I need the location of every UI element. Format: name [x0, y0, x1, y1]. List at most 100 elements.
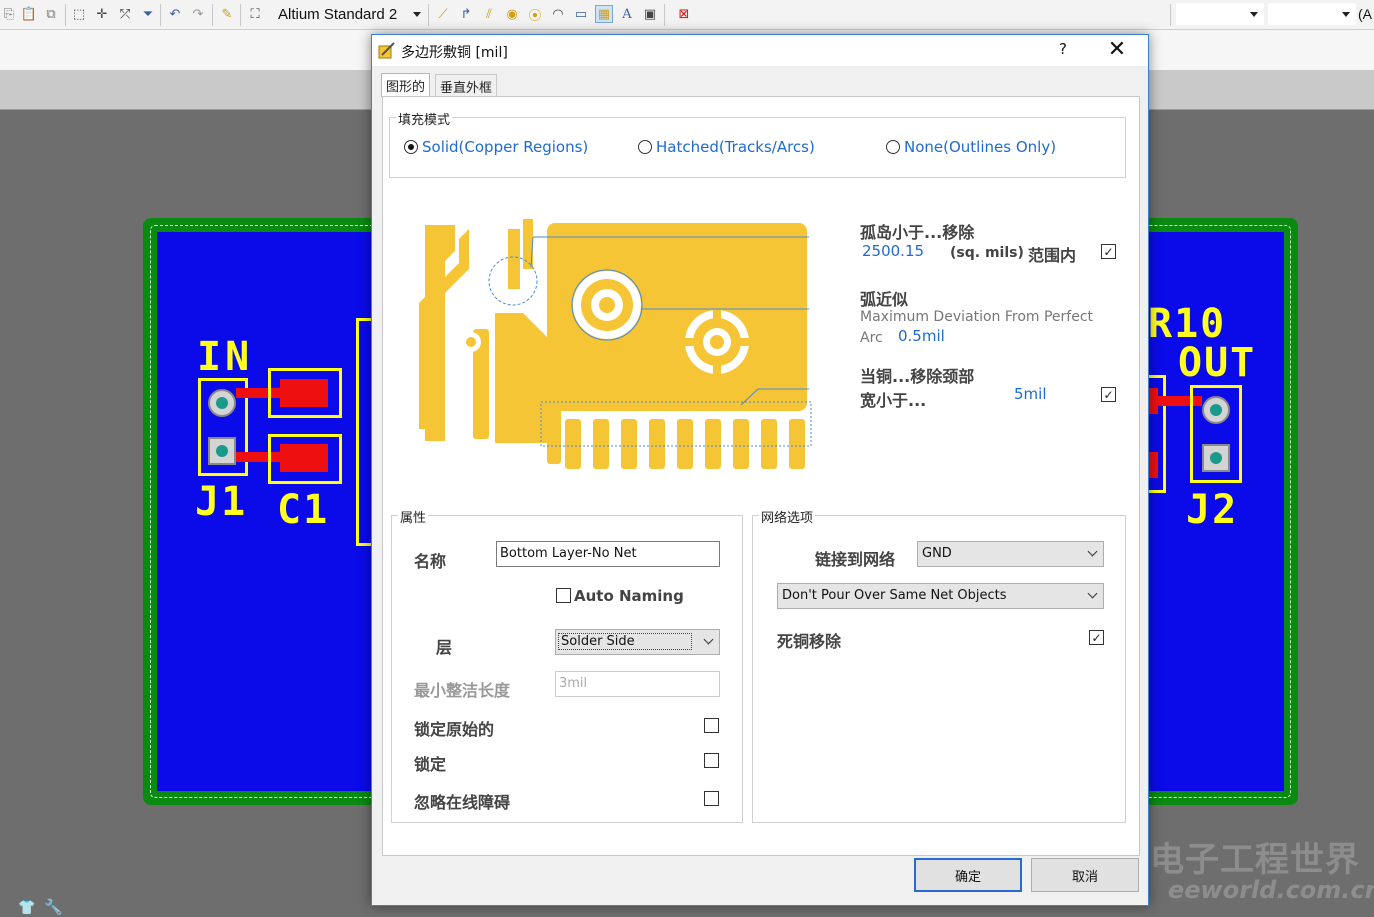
min-prim-label: 最小整洁长度	[414, 681, 511, 700]
component-icon[interactable]: ▣	[641, 5, 659, 23]
net-options-label: 网络选项	[759, 507, 816, 526]
silk-label-j1: J1	[195, 479, 248, 525]
arc-desc-1: Maximum Deviation From Perfect	[860, 309, 1094, 325]
pad-icon[interactable]: ◉	[503, 5, 521, 23]
select-area-icon[interactable]: ⬚	[70, 5, 88, 23]
island-value[interactable]: 2500.15	[862, 242, 924, 260]
island-checkbox[interactable]: ✓	[1101, 244, 1116, 259]
tab-vertices[interactable]: 垂直外框	[435, 74, 498, 96]
name-input[interactable]: Bottom Layer-No Net	[496, 541, 720, 567]
route-icon[interactable]: ⟋	[434, 5, 452, 23]
via-icon[interactable]: ⦿	[526, 5, 544, 24]
c1-pad-2[interactable]	[280, 444, 328, 472]
diff-pair-icon[interactable]: ⫽	[480, 5, 498, 23]
wrench-icon[interactable]: 🔧	[44, 898, 63, 916]
silk-label-r10: R10	[1148, 301, 1227, 347]
highlight-icon[interactable]: ✎	[218, 5, 236, 23]
neck-label-1: 当铜...移除颈部	[860, 367, 975, 386]
fill-icon[interactable]: ▭	[572, 5, 590, 23]
interactive-route-icon[interactable]: ↱	[457, 5, 475, 23]
radio-none-indicator	[886, 140, 900, 154]
ok-button[interactable]: 确定	[914, 858, 1022, 892]
tab-graphical[interactable]: 图形的	[381, 73, 431, 97]
radio-none[interactable]: None(Outlines Only)	[886, 138, 1056, 156]
zoom-board-icon[interactable]: ⛶	[246, 5, 264, 23]
silk-label-j2: J2	[1186, 487, 1239, 533]
ignore-drc-checkbox[interactable]	[704, 791, 719, 806]
connect-label: 链接到网络	[815, 550, 896, 569]
arc-value[interactable]: 0.5mil	[898, 327, 945, 345]
layer-label: 层	[436, 638, 453, 657]
connect-net-select[interactable]: GND	[917, 541, 1104, 567]
watermark-text: 电子工程世界	[1150, 840, 1360, 880]
undo-icon[interactable]: ↶	[166, 5, 184, 23]
polygon-pour-dialog: 多边形敷铜 [mil] ? ✕ 图形的 垂直外框 填充模式 Solid(Copp…	[371, 34, 1149, 906]
j1-pad-2[interactable]	[208, 437, 236, 465]
deselect-icon[interactable]: ⤱	[116, 5, 134, 23]
watermark-sub: eeworld.com.cn	[1168, 876, 1374, 904]
right-pad-2[interactable]	[1148, 452, 1158, 478]
filter-icon[interactable]: ⏷	[139, 5, 157, 23]
radio-solid[interactable]: Solid(Copper Regions)	[404, 138, 588, 156]
chevron-down-icon	[1087, 546, 1098, 557]
toolbar-dropdown-1[interactable]	[1176, 3, 1264, 25]
shirt-icon[interactable]: 👕	[18, 900, 35, 916]
dialog-title: 多边形敷铜 [mil]	[401, 45, 508, 61]
polygon-illustration	[419, 219, 812, 469]
chevron-down-icon	[703, 634, 714, 645]
paste-icon[interactable]: 📋	[20, 5, 38, 23]
remove-dead-checkbox[interactable]: ✓	[1089, 630, 1104, 645]
j2-pad-2[interactable]	[1202, 444, 1230, 472]
radio-solid-indicator	[404, 140, 418, 154]
connect-net-value: GND	[922, 546, 952, 561]
redo-icon[interactable]: ↷	[189, 5, 207, 23]
layer-select-value: Solder Side	[558, 633, 692, 650]
locked-checkbox[interactable]	[704, 753, 719, 768]
clear-icon[interactable]: ⊠	[675, 5, 693, 23]
tab-panel: 填充模式 Solid(Copper Regions) Hatched(Track…	[382, 96, 1140, 856]
right-pad-1[interactable]	[1148, 388, 1158, 414]
auto-naming-label: Auto Naming	[574, 587, 684, 605]
name-label: 名称	[414, 552, 447, 571]
j2-pad-1[interactable]	[1202, 396, 1230, 424]
radio-hatched[interactable]: Hatched(Tracks/Arcs)	[638, 138, 815, 156]
toolbar-dropdown-2[interactable]	[1268, 3, 1356, 25]
arc-icon[interactable]: ◠	[549, 5, 567, 23]
properties-group: 属性 名称 Bottom Layer-No Net Auto Naming 层 …	[391, 507, 743, 823]
j1-pad-1[interactable]	[208, 389, 236, 417]
silk-label-c1: C1	[277, 487, 330, 533]
min-prim-input[interactable]: 3mil	[555, 671, 720, 697]
radio-hatched-indicator	[638, 140, 652, 154]
properties-label: 属性	[398, 507, 429, 526]
standard-select[interactable]: Altium Standard 2	[272, 3, 424, 26]
string-icon[interactable]: A	[618, 5, 636, 23]
c1-pad-1[interactable]	[280, 379, 328, 407]
silk-label-in: IN	[197, 334, 254, 380]
polygon-pour-icon	[378, 42, 395, 59]
fill-mode-label: 填充模式	[396, 109, 453, 128]
island-label: 孤岛小于...移除	[860, 223, 975, 242]
lock-primitives-label: 锁定原始的	[414, 720, 495, 739]
radio-none-label: None(Outlines Only)	[904, 138, 1057, 156]
help-button[interactable]: ?	[1055, 40, 1071, 58]
cancel-button[interactable]: 取消	[1031, 858, 1139, 892]
neck-value[interactable]: 5mil	[1014, 385, 1047, 403]
rubber-stamp-icon[interactable]: ⧉	[42, 5, 60, 23]
copy-icon[interactable]: ⎘	[0, 5, 18, 23]
bottom-tools: 👕 🔧	[0, 898, 70, 917]
polygon-pour-icon[interactable]: ▦	[595, 5, 613, 23]
dialog-titlebar[interactable]: 多边形敷铜 [mil] ? ✕	[372, 35, 1148, 66]
neck-label-2: 宽小于...	[860, 391, 927, 410]
chevron-down-icon	[1087, 588, 1098, 599]
locked-label: 锁定	[414, 755, 447, 774]
arc-desc-2: Arc	[860, 330, 883, 346]
auto-naming-checkbox[interactable]	[556, 588, 571, 603]
pour-over-select[interactable]: Don't Pour Over Same Net Objects	[777, 583, 1104, 609]
lock-primitives-checkbox[interactable]	[704, 718, 719, 733]
layer-select[interactable]: Solder Side	[555, 629, 720, 655]
neck-checkbox[interactable]: ✓	[1101, 387, 1116, 402]
move-icon[interactable]: ✛	[93, 5, 111, 23]
close-button[interactable]: ✕	[1105, 37, 1129, 63]
net-options-group: 网络选项 链接到网络 GND Don't Pour Over Same Net …	[752, 507, 1126, 823]
fill-mode-group: 填充模式 Solid(Copper Regions) Hatched(Track…	[389, 109, 1126, 178]
